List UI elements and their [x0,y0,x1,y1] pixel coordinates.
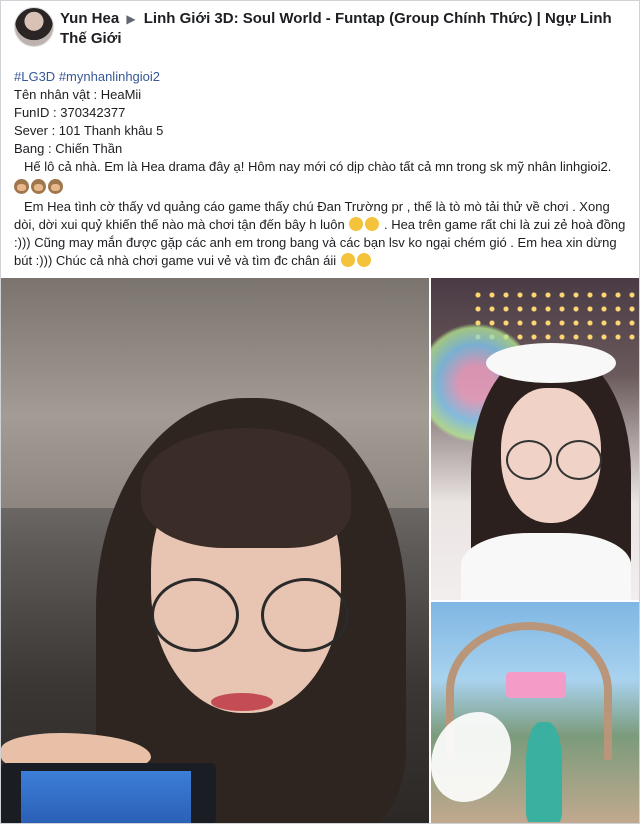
facebook-post: Yun Hea ▶ Linh Giới 3D: Soul World - Fun… [0,0,640,824]
game-character [526,722,562,822]
monkey-emoji-row [14,178,629,196]
photo-grid [1,278,639,823]
hashtag-lg3d[interactable]: #LG3D [14,69,55,84]
bangs [141,428,351,548]
hair-bow [486,343,616,383]
glasses [151,578,351,652]
photo-selfie-bow[interactable] [431,278,639,600]
author-line: Yun Hea ▶ Linh Giới 3D: Soul World - Fun… [60,9,629,49]
smiling-face-icon [356,253,371,267]
phone [1,763,216,823]
see-no-evil-monkey-icon [48,179,63,194]
wing [431,712,511,802]
see-no-evil-monkey-icon [14,179,29,194]
author-avatar[interactable] [14,7,54,47]
character-name: Tên nhân vật : HeaMii [14,87,142,102]
shirt [461,533,631,600]
lips [211,693,273,711]
post-body: #LG3D #mynhanlinhgioi2 Tên nhân vật : He… [14,68,629,270]
photo-game-screenshot[interactable] [431,602,639,823]
paragraph-story: Em Hea tình cờ thấy vd quảng cáo game th… [14,198,629,270]
hashtag-mynhanlinhgioi2[interactable]: #mynhanlinhgioi2 [59,69,160,84]
arrow-right-icon: ▶ [126,12,136,26]
see-no-evil-monkey-icon [31,179,46,194]
photo-selfie-main[interactable] [1,278,429,823]
tears-of-joy-icon [365,217,380,231]
post-header: Yun Hea ▶ Linh Giới 3D: Soul World - Fun… [14,7,629,51]
group-name[interactable]: Linh Giới 3D: Soul World - Funtap (Group… [60,10,612,47]
paragraph-greeting: Hế lô cả nhà. Em là Hea drama đây ạ! Hôm… [24,159,612,174]
game-sign [506,672,566,698]
phone-screen [21,771,191,823]
server: Sever : 101 Thanh khâu 5 [14,123,164,138]
guild: Bang : Chiến Thần [14,141,123,156]
hashtags: #LG3D #mynhanlinhgioi2 [14,68,629,86]
author-name[interactable]: Yun Hea [60,10,119,27]
smiling-face-icon [340,253,355,267]
funid: FunID : 370342377 [14,105,126,120]
tears-of-joy-icon [349,217,364,231]
